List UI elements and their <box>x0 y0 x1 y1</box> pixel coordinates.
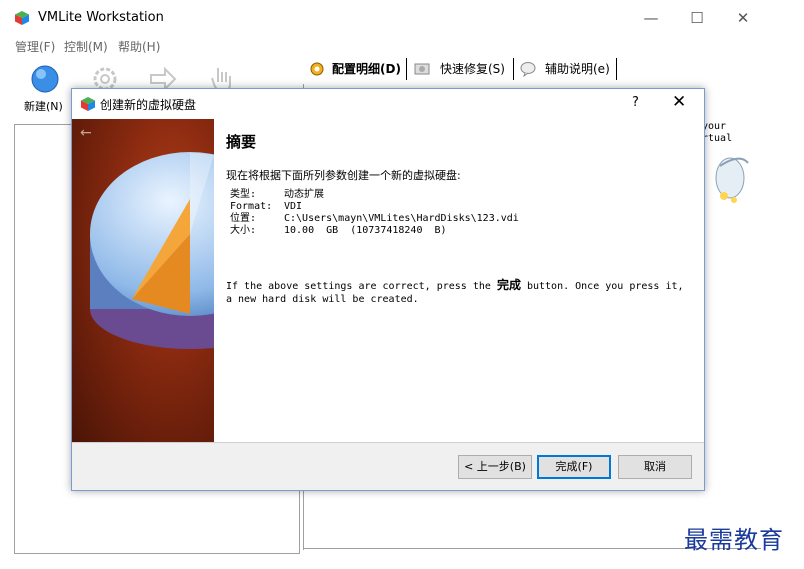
summary-type-value: 动态扩展 <box>284 189 324 200</box>
summary-heading: 摘要 <box>226 133 257 151</box>
cancel-button[interactable]: 取消 <box>618 455 692 479</box>
menu-manage[interactable]: 管理(F) <box>15 38 55 55</box>
vmlite-app-icon <box>15 11 29 25</box>
new-vm-icon[interactable] <box>30 64 60 94</box>
menu-control[interactable]: 控制(M) <box>64 38 108 55</box>
mascot-illustration <box>715 157 749 203</box>
new-vm-label[interactable]: 新建(N) <box>24 98 63 114</box>
tab-separator <box>616 58 617 80</box>
window-title: VMLite Workstation <box>38 10 164 25</box>
help-bubble-icon <box>520 62 536 77</box>
details-text: your rtual <box>702 121 732 145</box>
summary-size-value: 10.00 GB (10737418240 B) <box>284 225 447 236</box>
tab-description[interactable]: 辅助说明(e) <box>545 60 610 80</box>
summary-note: If the above settings are correct, press… <box>226 279 691 306</box>
details-line: rtual <box>702 133 733 144</box>
summary-format-value: VDI <box>284 201 303 212</box>
minimize-button[interactable]: — <box>628 4 674 32</box>
wizard-content: 摘要 现在将根据下面所列参数创建一个新的虚拟硬盘: 类型: 动态扩展 Forma… <box>214 119 704 442</box>
summary-type-label: 类型: <box>230 189 257 200</box>
dialog-title: 创建新的虚拟硬盘 <box>100 98 197 112</box>
vmlite-app-icon <box>81 97 95 111</box>
tab-separator <box>513 58 514 80</box>
tab-details[interactable]: 配置明细(D) <box>332 60 401 80</box>
note-text: If the above settings are correct, press… <box>226 281 497 292</box>
dialog-help-button[interactable]: ? <box>632 95 639 110</box>
create-disk-dialog: 创建新的虚拟硬盘 ? ✕ ← 摘要 现在将根据下面所列参数创建一个新的虚拟硬盘:… <box>71 88 705 491</box>
menu-bar <box>0 34 764 56</box>
summary-format-label: Format: <box>230 201 273 212</box>
disk-illustration <box>90 152 214 349</box>
note-finish-keyword: 完成 <box>496 278 521 292</box>
details-line: your <box>702 121 727 132</box>
menu-help[interactable]: 帮助(H) <box>118 38 160 55</box>
tab-separator <box>406 58 407 80</box>
tab-snapshots[interactable]: 快速修复(S) <box>440 60 505 80</box>
summary-size-label: 大小: <box>230 225 257 236</box>
close-button[interactable]: ✕ <box>720 4 766 32</box>
snapshot-icon <box>414 63 430 75</box>
finish-button[interactable]: 完成(F) <box>537 455 611 479</box>
dialog-close-button[interactable]: ✕ <box>672 92 686 112</box>
gear-icon <box>310 62 324 76</box>
wizard-banner: ← <box>72 119 214 442</box>
watermark-text: 最需教育 <box>684 526 784 554</box>
summary-intro: 现在将根据下面所列参数创建一个新的虚拟硬盘: <box>226 169 461 182</box>
summary-location-label: 位置: <box>230 213 257 224</box>
dialog-button-separator <box>72 442 704 443</box>
maximize-button[interactable]: ☐ <box>674 4 720 32</box>
back-button[interactable]: < 上一步(B) <box>458 455 532 479</box>
summary-location-value: C:\Users\mayn\VMLites\HardDisks\123.vdi <box>284 213 519 224</box>
